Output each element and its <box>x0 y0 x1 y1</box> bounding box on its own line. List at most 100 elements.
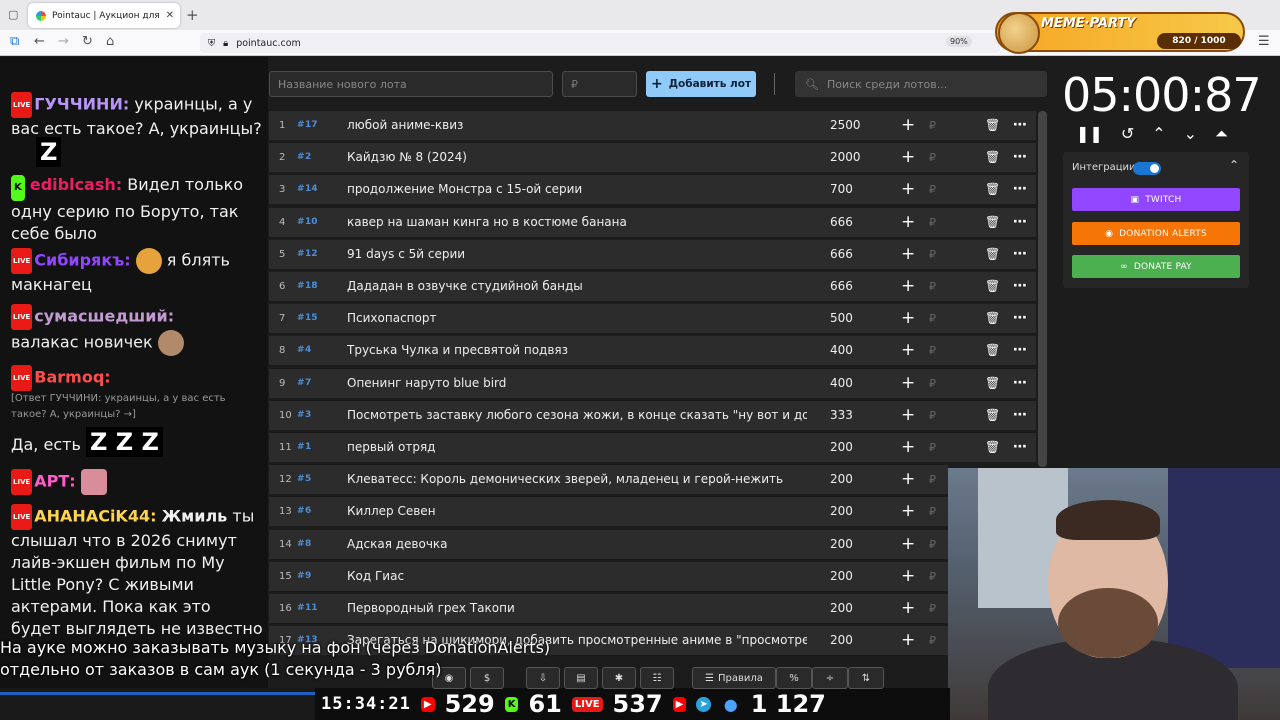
home-icon[interactable]: ⌂ <box>106 34 114 49</box>
more-icon[interactable]: ⋯ <box>1013 272 1027 301</box>
lot-name[interactable]: кавер на шаман кинга но в костюме банана <box>347 208 807 237</box>
tab-list-icon[interactable]: ▢ <box>8 8 18 21</box>
more-icon[interactable]: ⋯ <box>1013 401 1027 430</box>
more-icon[interactable]: ⋯ <box>1013 433 1027 462</box>
trash-icon[interactable]: 🗑︎ <box>985 304 1000 333</box>
lot-name[interactable]: Клеватесс: Король демонических зверей, м… <box>347 465 807 494</box>
more-icon[interactable]: ⋯ <box>1013 175 1027 204</box>
bug-button[interactable]: ✱ <box>602 667 636 689</box>
plus-icon[interactable]: + <box>901 530 915 559</box>
collapse-icon[interactable]: ⌃ <box>1229 158 1239 172</box>
plus-icon[interactable]: + <box>901 594 915 623</box>
trash-icon[interactable]: 🗑︎ <box>985 433 1000 462</box>
trash-icon[interactable]: 🗑︎ <box>985 143 1000 172</box>
chevron-up-icon[interactable]: ⌃ <box>1152 124 1165 144</box>
plus-icon[interactable]: + <box>901 304 915 333</box>
plus-icon[interactable]: + <box>901 562 915 591</box>
plus-icon[interactable]: + <box>901 240 915 269</box>
ruble-icon[interactable]: ₽ <box>929 208 936 237</box>
add-lot-button[interactable]: + Добавить лот <box>646 71 756 97</box>
twitch-button[interactable]: ▣ TWITCH <box>1072 188 1240 211</box>
lot-name[interactable]: Адская девочка <box>347 530 807 559</box>
trash-icon[interactable]: 🗑︎ <box>985 336 1000 365</box>
sidebar-icon[interactable]: ⧉ <box>10 34 19 49</box>
ruble-icon[interactable]: ₽ <box>929 272 936 301</box>
address-bar[interactable]: ⛨ 🔒︎ pointauc.com <box>200 33 1000 53</box>
new-tab-icon[interactable]: + <box>186 6 199 24</box>
plus-icon[interactable]: + <box>901 272 915 301</box>
pause-icon[interactable]: ❚❚ <box>1076 124 1103 144</box>
ruble-icon[interactable]: ₽ <box>929 336 936 365</box>
ruble-icon[interactable]: ₽ <box>929 465 936 494</box>
shield-icon[interactable]: ⛨ <box>208 38 215 49</box>
trash-icon[interactable]: 🗑︎ <box>985 272 1000 301</box>
trash-icon[interactable]: 🗑︎ <box>985 369 1000 398</box>
lot-name[interactable]: Опенинг наруто blue bird <box>347 369 807 398</box>
donation-alerts-button[interactable]: ◉ DONATION ALERTS <box>1072 222 1240 245</box>
trash-icon[interactable]: 🗑︎ <box>985 208 1000 237</box>
ruble-icon[interactable]: ₽ <box>929 530 936 559</box>
plus-icon[interactable]: + <box>901 208 915 237</box>
more-icon[interactable]: ⋯ <box>1013 208 1027 237</box>
plus-icon[interactable]: + <box>901 175 915 204</box>
lot-name[interactable]: 91 days с 5й серии <box>347 240 807 269</box>
lot-name[interactable]: Кайдзю № 8 (2024) <box>347 143 807 172</box>
more-icon[interactable]: ⋯ <box>1013 143 1027 172</box>
save-button[interactable]: ▤ <box>564 667 598 689</box>
integrations-toggle[interactable] <box>1133 162 1161 175</box>
ruble-icon[interactable]: ₽ <box>929 175 936 204</box>
ruble-icon[interactable]: ₽ <box>929 497 936 526</box>
ruble-icon[interactable]: ₽ <box>929 111 936 140</box>
lots-scrollbar[interactable] <box>1038 111 1047 467</box>
ruble-icon[interactable]: ₽ <box>929 594 936 623</box>
ruble-icon[interactable]: ₽ <box>929 626 936 655</box>
ruble-icon[interactable]: ₽ <box>929 369 936 398</box>
lot-name[interactable]: Первородный грех Такопи <box>347 594 807 623</box>
lot-search-input[interactable]: 🔍︎ Поиск среди лотов... <box>795 71 1047 97</box>
rules-button[interactable]: ☰ Правила <box>692 667 776 689</box>
trash-icon[interactable]: 🗑︎ <box>985 111 1000 140</box>
more-icon[interactable]: ⋯ <box>1013 304 1027 333</box>
double-chevron-up-icon[interactable]: ⏶ <box>1215 124 1228 144</box>
lot-name[interactable]: любой аниме-квиз <box>347 111 807 140</box>
lot-name[interactable]: Код Гиас <box>347 562 807 591</box>
menu-icon[interactable]: ☰ <box>1258 34 1270 49</box>
more-icon[interactable]: ⋯ <box>1013 111 1027 140</box>
ruble-icon[interactable]: ₽ <box>929 401 936 430</box>
plus-icon[interactable]: + <box>901 143 915 172</box>
close-tab-icon[interactable]: ✕ <box>166 10 174 21</box>
lot-name[interactable]: Посмотреть заставку любого сезона жожи, … <box>347 401 807 430</box>
lot-name[interactable]: Дададан в озвучке студийной банды <box>347 272 807 301</box>
lot-name-input[interactable]: Название нового лота <box>269 71 553 97</box>
ruble-icon[interactable]: ₽ <box>929 562 936 591</box>
more-icon[interactable]: ⋯ <box>1013 369 1027 398</box>
ruble-icon[interactable]: ₽ <box>929 240 936 269</box>
plus-icon[interactable]: + <box>901 336 915 365</box>
zoom-level[interactable]: 90% <box>946 36 972 47</box>
donate-pay-button[interactable]: ∞ DONATE PAY <box>1072 255 1240 278</box>
trash-icon[interactable]: 🗑︎ <box>985 175 1000 204</box>
lot-name[interactable]: первый отряд <box>347 433 807 462</box>
chevron-down-icon[interactable]: ⌄ <box>1184 124 1197 144</box>
plus-icon[interactable]: + <box>901 497 915 526</box>
ruble-icon[interactable]: ₽ <box>929 433 936 462</box>
browser-tab[interactable]: Pointauc | Аукцион для стримеров ✕ <box>28 3 180 28</box>
ruble-icon[interactable]: ₽ <box>929 304 936 333</box>
percent-button[interactable]: % <box>776 667 812 689</box>
trash-icon[interactable]: 🗑︎ <box>985 401 1000 430</box>
ruble-icon[interactable]: ₽ <box>929 143 936 172</box>
reload-icon[interactable]: ↻ <box>82 34 93 49</box>
reset-icon[interactable]: ↺ <box>1121 124 1134 144</box>
lot-name[interactable]: продолжение Монстра с 15-ой серии <box>347 175 807 204</box>
more-icon[interactable]: ⋯ <box>1013 240 1027 269</box>
lot-price-input[interactable]: ₽ <box>562 71 637 97</box>
plus-icon[interactable]: + <box>901 401 915 430</box>
divide-button[interactable]: ÷ <box>812 667 848 689</box>
plus-icon[interactable]: + <box>901 111 915 140</box>
trash-icon[interactable]: 🗑︎ <box>985 240 1000 269</box>
back-icon[interactable]: ← <box>34 34 45 49</box>
lot-name[interactable]: Психопаспорт <box>347 304 807 333</box>
sort-button[interactable]: ⇅ <box>848 667 884 689</box>
plus-icon[interactable]: + <box>901 626 915 655</box>
plus-icon[interactable]: + <box>901 433 915 462</box>
